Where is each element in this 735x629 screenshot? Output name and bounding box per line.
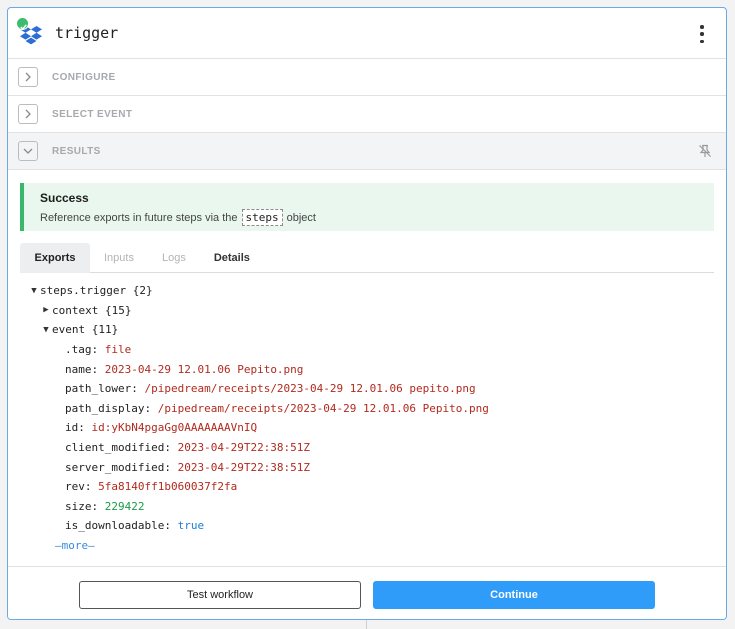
section-select-event[interactable]: SELECT EVENT — [8, 96, 726, 133]
tree-field-row: client_modified: 2023-04-29T22:38:51Z — [28, 438, 718, 458]
tree-field-row: id: id:yKbN4pgaGg0AAAAAAAVnIQ — [28, 418, 718, 438]
kebab-menu-icon[interactable] — [696, 25, 708, 43]
chevron-right-icon[interactable] — [18, 104, 38, 124]
field-value: true — [177, 519, 205, 533]
field-value: 2023-04-29 12.01.06 Pepito.png — [104, 362, 304, 376]
field-value: /pipedream/receipts/2023-04-29 12.01.06 … — [157, 401, 489, 415]
field-key: is_downloadable: — [65, 519, 171, 533]
unpin-icon[interactable] — [698, 144, 712, 163]
field-value: 229422 — [104, 499, 145, 513]
field-key: id: — [65, 421, 85, 435]
tree-field-row: name: 2023-04-29 12.01.06 Pepito.png — [28, 359, 718, 379]
field-key: name: — [65, 362, 99, 376]
field-key: client_modified: — [65, 441, 171, 455]
tree-field-row: path_display: /pipedream/receipts/2023-0… — [28, 399, 718, 419]
tree-field-row: .tag: file — [28, 340, 718, 360]
success-banner: Success Reference exports in future step… — [20, 183, 714, 231]
tree-more-row: —more— — [28, 536, 718, 556]
section-label-results: RESULTS — [52, 145, 101, 157]
tree-field-row: size: 229422 — [28, 497, 718, 517]
caret-down-icon[interactable]: ▼ — [28, 286, 40, 296]
chevron-down-icon[interactable] — [18, 141, 38, 161]
section-label-select-event: SELECT EVENT — [52, 108, 133, 120]
dropbox-icon — [16, 17, 43, 46]
field-value: id:yKbN4pgaGg0AAAAAAAVnIQ — [91, 421, 258, 435]
step-title[interactable]: trigger — [55, 24, 118, 42]
tree-event-row[interactable]: ▼ event {11} — [28, 320, 718, 340]
tab-exports[interactable]: Exports — [20, 243, 90, 273]
tree-field-row: path_lower: /pipedream/receipts/2023-04-… — [28, 379, 718, 399]
field-key: server_modified: — [65, 460, 171, 474]
success-message: Reference exports in future steps via th… — [40, 209, 714, 226]
caret-right-icon[interactable]: ▶ — [40, 305, 52, 315]
success-text-before: Reference exports in future steps via th… — [40, 211, 238, 224]
success-text-after: object — [286, 211, 316, 224]
field-key: path_lower: — [65, 382, 138, 396]
results-tabs: Exports Inputs Logs Details — [20, 243, 714, 273]
section-configure[interactable]: CONFIGURE — [8, 59, 726, 96]
tree-field-row: server_modified: 2023-04-29T22:38:51Z — [28, 457, 718, 477]
section-label-configure: CONFIGURE — [52, 71, 116, 83]
success-title: Success — [40, 191, 89, 205]
show-more-link[interactable]: —more— — [55, 539, 95, 552]
tree-root-label: steps.trigger {2} — [40, 284, 153, 298]
field-value: /pipedream/receipts/2023-04-29 12.01.06 … — [144, 382, 476, 396]
tree-event-label: event {11} — [52, 323, 119, 337]
tab-inputs[interactable]: Inputs — [90, 243, 148, 273]
field-key: rev: — [65, 480, 92, 494]
field-value: 2023-04-29T22:38:51Z — [177, 460, 311, 474]
field-value: file — [104, 343, 132, 357]
check-circle-icon — [16, 17, 29, 30]
tree-field-row: rev: 5fa8140ff1b060037f2fa — [28, 477, 718, 497]
field-key: path_display: — [65, 401, 152, 415]
continue-button[interactable]: Continue — [373, 581, 655, 609]
step-panel: trigger CONFIGURE SELECT EVENT RESULTS S… — [7, 7, 727, 620]
caret-down-icon[interactable]: ▼ — [40, 325, 52, 335]
tree-field-row: is_downloadable: true — [28, 516, 718, 536]
tree-root-row[interactable]: ▼ steps.trigger {2} — [28, 281, 718, 301]
section-results[interactable]: RESULTS — [8, 133, 726, 170]
field-key: size: — [65, 499, 99, 513]
tree-context-label: context {15} — [52, 303, 132, 317]
test-workflow-button[interactable]: Test workflow — [79, 581, 361, 609]
step-header[interactable]: trigger — [8, 8, 726, 59]
field-key: .tag: — [65, 343, 99, 357]
exports-tree: ▼ steps.trigger {2} ▶ context {15} ▼ eve… — [28, 281, 718, 555]
step-footer: Test workflow Continue — [8, 566, 726, 619]
steps-code-chip: steps — [241, 209, 283, 226]
field-value: 5fa8140ff1b060037f2fa — [98, 480, 238, 494]
field-value: 2023-04-29T22:38:51Z — [177, 441, 311, 455]
tree-context-row[interactable]: ▶ context {15} — [28, 301, 718, 321]
chevron-right-icon[interactable] — [18, 67, 38, 87]
tab-details[interactable]: Details — [200, 243, 264, 273]
tab-logs[interactable]: Logs — [148, 243, 200, 273]
